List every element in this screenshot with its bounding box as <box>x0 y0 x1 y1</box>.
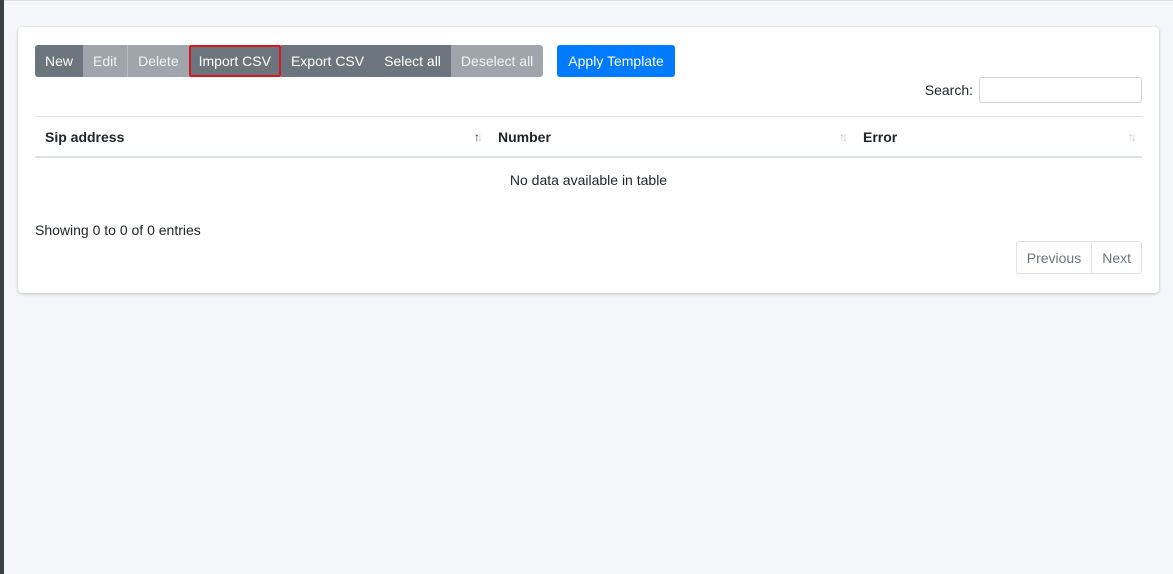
toolbar: New Edit Delete Import CSV Export CSV Se… <box>35 45 675 77</box>
export-csv-button[interactable]: Export CSV <box>280 45 375 77</box>
table-header: Sip address ↑↓ Number ↑↓ Error ↑↓ <box>35 116 1142 158</box>
deselect-all-button[interactable]: Deselect all <box>450 45 544 77</box>
top-divider <box>4 0 1173 1</box>
search-input[interactable] <box>979 77 1142 103</box>
table-info: Showing 0 to 0 of 0 entries <box>35 222 201 238</box>
left-edge <box>0 0 4 574</box>
column-header-number[interactable]: Number ↑↓ <box>488 117 853 156</box>
column-label: Error <box>863 128 898 145</box>
column-header-sip-address[interactable]: Sip address ↑↓ <box>35 117 488 156</box>
action-button-group: New Edit Delete Import CSV Export CSV Se… <box>35 45 544 77</box>
data-table: Sip address ↑↓ Number ↑↓ Error ↑↓ No dat… <box>35 116 1142 202</box>
sort-icon: ↑↓ <box>1128 129 1137 144</box>
edit-button[interactable]: Edit <box>83 45 128 77</box>
next-page-button[interactable]: Next <box>1091 242 1141 273</box>
new-button[interactable]: New <box>35 45 84 77</box>
sort-ascending-icon: ↑↓ <box>474 129 483 144</box>
main-card: New Edit Delete Import CSV Export CSV Se… <box>18 27 1159 293</box>
import-csv-button[interactable]: Import CSV <box>188 45 281 77</box>
column-header-error[interactable]: Error ↑↓ <box>853 117 1142 156</box>
pagination: Previous Next <box>1015 241 1142 274</box>
column-label: Sip address <box>45 128 125 145</box>
search-label: Search: <box>924 82 973 98</box>
select-all-button[interactable]: Select all <box>374 45 451 77</box>
previous-page-button[interactable]: Previous <box>1017 242 1091 273</box>
empty-table-message: No data available in table <box>509 172 668 188</box>
apply-template-button[interactable]: Apply Template <box>557 45 675 77</box>
search-box: Search: <box>925 77 1142 103</box>
column-label: Number <box>498 128 551 145</box>
sort-icon: ↑↓ <box>839 129 848 144</box>
delete-button[interactable]: Delete <box>127 45 189 77</box>
